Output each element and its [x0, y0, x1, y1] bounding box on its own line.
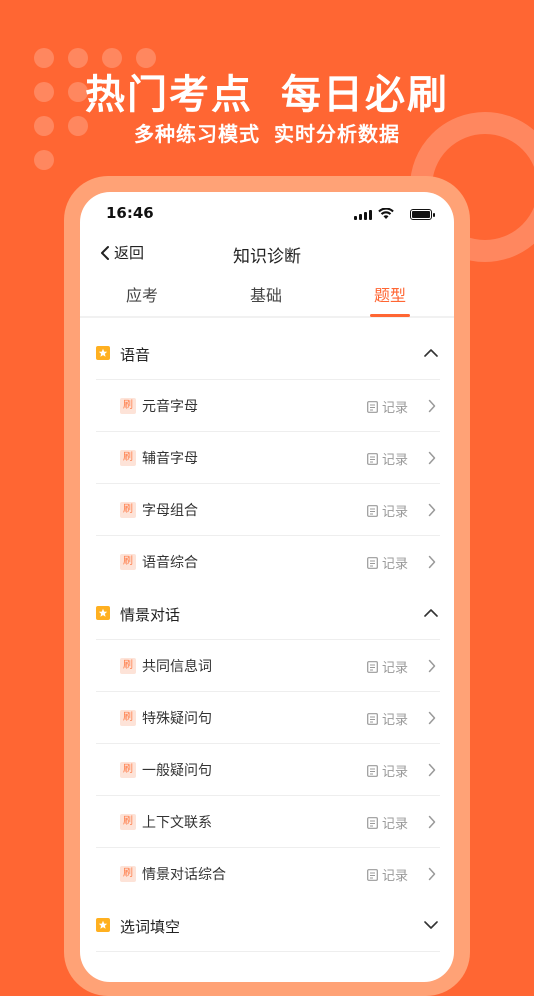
record-label: 记录 [381, 765, 408, 780]
chevron-right-icon [428, 503, 436, 517]
practice-tag: 刷 [120, 710, 136, 726]
record-label: 记录 [381, 401, 408, 416]
chevron-right-icon [428, 659, 436, 673]
list-item[interactable]: 刷 字母组合 记录 [80, 484, 454, 536]
chevron-right-icon [428, 867, 436, 881]
record-icon [367, 764, 378, 777]
record-label: 记录 [381, 661, 408, 676]
item-label: 共同信息词 [142, 659, 212, 675]
item-label: 情景对话综合 [142, 867, 226, 883]
headline-left: 热门考点 [85, 72, 253, 118]
record-button[interactable]: 记录 [367, 813, 408, 832]
record-button[interactable]: 记录 [367, 501, 408, 520]
chevron-right-icon [428, 815, 436, 829]
item-label: 字母组合 [142, 503, 198, 519]
item-label: 特殊疑问句 [142, 711, 212, 727]
item-label: 语音综合 [142, 555, 198, 571]
section-header-dialogue[interactable]: 情景对话 [80, 588, 454, 640]
banner-headline: 热门考点 每日必刷 [0, 62, 534, 120]
subline-left: 多种练习模式 [134, 122, 260, 146]
record-icon [367, 712, 378, 725]
item-label: 一般疑问句 [142, 763, 212, 779]
tab-basics[interactable]: 基础 [226, 282, 306, 306]
list-item[interactable]: 刷 特殊疑问句 记录 [80, 692, 454, 744]
list-item[interactable]: 刷 语音综合 记录 [80, 536, 454, 588]
record-button[interactable]: 记录 [367, 761, 408, 780]
record-button[interactable]: 记录 [367, 865, 408, 884]
record-label: 记录 [381, 869, 408, 884]
status-time: 16:46 [106, 204, 154, 222]
active-tab-indicator [370, 314, 410, 317]
signal-icon [354, 210, 372, 220]
item-label: 辅音字母 [142, 451, 198, 467]
chevron-right-icon [428, 451, 436, 465]
record-button[interactable]: 记录 [367, 449, 408, 468]
record-icon [367, 556, 378, 569]
practice-tag: 刷 [120, 554, 136, 570]
record-label: 记录 [381, 453, 408, 468]
section-header-voice[interactable]: 语音 [80, 328, 454, 380]
status-icons [344, 208, 435, 220]
record-label: 记录 [381, 817, 408, 832]
battery-icon [410, 209, 435, 220]
chevron-right-icon [428, 555, 436, 569]
record-label: 记录 [381, 713, 408, 728]
section-header-word-fill[interactable]: 选词填空 [80, 900, 454, 952]
record-label: 记录 [381, 557, 408, 572]
list-item[interactable]: 刷 辅音字母 记录 [80, 432, 454, 484]
banner-subline: 多种练习模式 实时分析数据 [0, 118, 534, 147]
headline-right: 每日必刷 [281, 72, 449, 118]
page-title: 知识诊断 [233, 247, 301, 267]
section-label: 选词填空 [120, 918, 181, 936]
star-icon [96, 918, 110, 932]
record-button[interactable]: 记录 [367, 397, 408, 416]
chevron-down-icon[interactable] [424, 920, 438, 930]
tab-bar: 应考 基础 题型 [80, 276, 454, 318]
record-button[interactable]: 记录 [367, 553, 408, 572]
section-label: 语音 [120, 346, 151, 364]
navigation-bar: 返回 知识诊断 [80, 236, 454, 272]
list-item[interactable]: 刷 上下文联系 记录 [80, 796, 454, 848]
list-item[interactable]: 刷 元音字母 记录 [80, 380, 454, 432]
item-label: 上下文联系 [142, 815, 212, 831]
knowledge-list: 语音 刷 元音字母 记录 刷 辅音字母 记录 刷 字母组合 记录 刷 语音综合 … [80, 328, 454, 952]
tab-question-types[interactable]: 题型 [350, 282, 430, 306]
list-item[interactable]: 刷 共同信息词 记录 [80, 640, 454, 692]
tab-exam[interactable]: 应考 [102, 282, 182, 306]
practice-tag: 刷 [120, 658, 136, 674]
star-icon [96, 606, 110, 620]
status-bar: 16:46 [80, 192, 454, 236]
record-icon [367, 452, 378, 465]
practice-tag: 刷 [120, 866, 136, 882]
chevron-up-icon[interactable] [424, 348, 438, 358]
list-item[interactable]: 刷 情景对话综合 记录 [80, 848, 454, 900]
subline-right: 实时分析数据 [274, 122, 400, 146]
record-button[interactable]: 记录 [367, 709, 408, 728]
practice-tag: 刷 [120, 814, 136, 830]
chevron-right-icon [428, 399, 436, 413]
star-icon [96, 346, 110, 360]
record-icon [367, 660, 378, 673]
list-item[interactable]: 刷 一般疑问句 记录 [80, 744, 454, 796]
practice-tag: 刷 [120, 502, 136, 518]
practice-tag: 刷 [120, 450, 136, 466]
phone-screen: 16:46 返回 知识诊断 应考 基础 题型 语音 刷 元音字母 记录 刷 辅音… [80, 192, 454, 982]
record-button[interactable]: 记录 [367, 657, 408, 676]
item-label: 元音字母 [142, 399, 198, 415]
chevron-up-icon[interactable] [424, 608, 438, 618]
divider [96, 951, 440, 952]
section-label: 情景对话 [120, 606, 181, 624]
record-icon [367, 868, 378, 881]
chevron-right-icon [428, 763, 436, 777]
practice-tag: 刷 [120, 398, 136, 414]
record-label: 记录 [381, 505, 408, 520]
record-icon [367, 504, 378, 517]
chevron-right-icon [428, 711, 436, 725]
wifi-icon [378, 208, 394, 219]
practice-tag: 刷 [120, 762, 136, 778]
record-icon [367, 400, 378, 413]
record-icon [367, 816, 378, 829]
